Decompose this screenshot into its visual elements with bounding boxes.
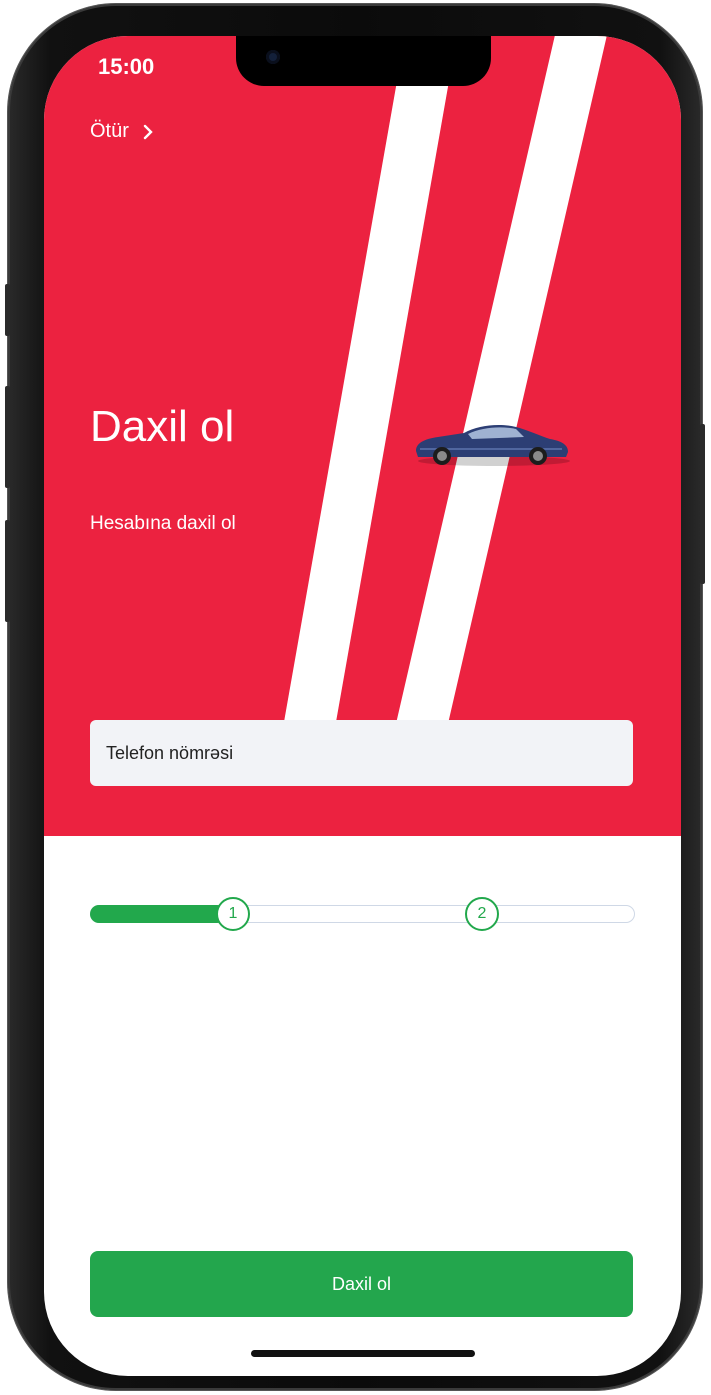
step-progress: 1 2 (90, 896, 635, 932)
skip-button[interactable]: Ötür (90, 120, 154, 143)
phone-frame: 15:00 Ötür Daxil ol Hesabına daxil ol 1 … (5, 4, 705, 1390)
skip-label: Ötür (90, 120, 129, 142)
mute-switch (5, 284, 10, 336)
camera-icon (266, 50, 280, 64)
power-button (700, 424, 705, 584)
hero-subtitle: Hesabına daxil ol (90, 513, 236, 534)
chevron-right-icon (143, 124, 153, 139)
phone-number-input[interactable]: Telefon nömrəsi (90, 720, 633, 786)
progress-fill (90, 905, 226, 923)
home-indicator (251, 1350, 475, 1357)
volume-down-button (5, 520, 10, 622)
status-time: 15:00 (98, 54, 155, 79)
notch (236, 36, 491, 86)
step-1-indicator: 1 (216, 897, 250, 931)
screen: 15:00 Ötür Daxil ol Hesabına daxil ol 1 … (44, 36, 681, 1376)
step-2-indicator: 2 (465, 897, 499, 931)
volume-up-button (5, 386, 10, 488)
car-image (416, 425, 570, 466)
hero-title: Daxil ol (90, 402, 235, 451)
hero-banner: 15:00 Ötür Daxil ol Hesabına daxil ol (44, 36, 681, 836)
login-button[interactable]: Daxil ol (90, 1251, 633, 1317)
